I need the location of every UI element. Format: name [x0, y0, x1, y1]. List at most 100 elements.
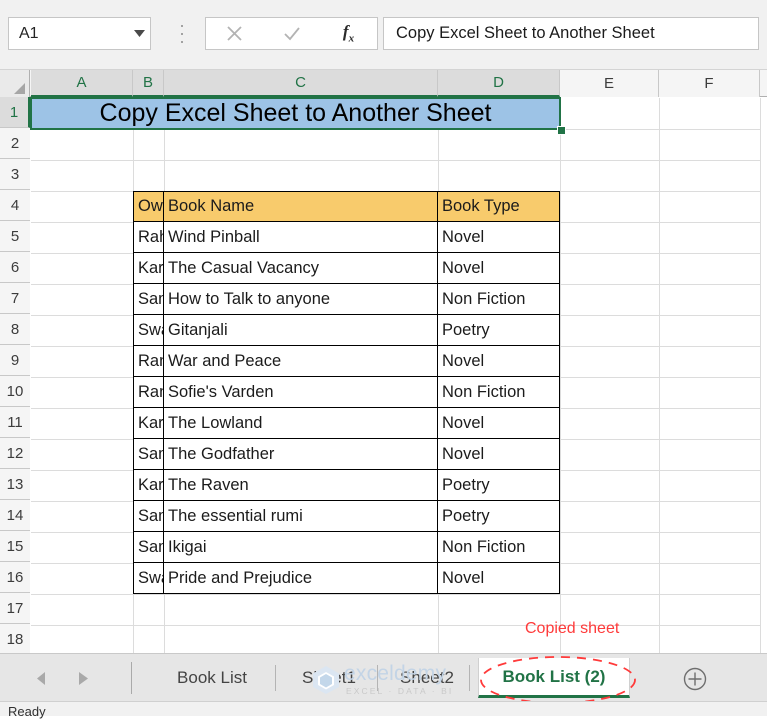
- plus-circle-icon[interactable]: [682, 666, 708, 692]
- row-header-8[interactable]: 8: [0, 314, 30, 345]
- gridline-vertical: [659, 98, 660, 653]
- sheet-tab-sheet1[interactable]: Sheet1: [287, 658, 371, 698]
- column-header-d[interactable]: D: [438, 70, 560, 97]
- table-data-cell[interactable]: Samia: [133, 284, 164, 315]
- table-data-cell[interactable]: Novel: [438, 563, 560, 594]
- name-box-value: A1: [19, 24, 39, 42]
- tab-nav-divider: [131, 662, 132, 694]
- table-data-cell[interactable]: Non Fiction: [438, 284, 560, 315]
- arrow-right-icon[interactable]: [72, 668, 94, 688]
- table-data-cell[interactable]: Novel: [438, 408, 560, 439]
- gridline-horizontal: [31, 129, 760, 130]
- table-data-cell[interactable]: Wind Pinball: [164, 222, 438, 253]
- table-data-cell[interactable]: The essential rumi: [164, 501, 438, 532]
- table-data-cell[interactable]: Poetry: [438, 315, 560, 346]
- gridline-vertical: [760, 98, 761, 653]
- fx-icon[interactable]: fx: [320, 18, 377, 49]
- row-header-6[interactable]: 6: [0, 252, 30, 283]
- row-header-1[interactable]: 1: [0, 97, 30, 128]
- formula-input[interactable]: Copy Excel Sheet to Another Sheet: [383, 17, 759, 50]
- select-all-corner[interactable]: [0, 70, 30, 97]
- table-data-cell[interactable]: Poetry: [438, 501, 560, 532]
- row-header-13[interactable]: 13: [0, 469, 30, 500]
- row-header-18[interactable]: 18: [0, 624, 30, 653]
- column-header-f[interactable]: F: [659, 70, 760, 97]
- column-header-c[interactable]: C: [164, 70, 438, 97]
- table-data-cell[interactable]: Ranok: [133, 346, 164, 377]
- table-data-cell[interactable]: The Casual Vacancy: [164, 253, 438, 284]
- table-data-cell[interactable]: Rahim: [133, 222, 164, 253]
- close-icon[interactable]: [206, 18, 263, 49]
- column-header-e[interactable]: E: [560, 70, 659, 97]
- table-header-cell[interactable]: Owner: [133, 191, 164, 222]
- table-data-cell[interactable]: Gitanjali: [164, 315, 438, 346]
- table-header-cell[interactable]: Book Type: [438, 191, 560, 222]
- row-header-2[interactable]: 2: [0, 128, 30, 159]
- table-data-cell[interactable]: Poetry: [438, 470, 560, 501]
- name-box[interactable]: A1: [8, 17, 151, 50]
- table-data-cell[interactable]: Karim: [133, 253, 164, 284]
- table-data-cell[interactable]: War and Peace: [164, 346, 438, 377]
- table-data-cell[interactable]: Ranok: [133, 377, 164, 408]
- check-icon[interactable]: [263, 18, 320, 49]
- more-options-icon[interactable]: [176, 23, 188, 45]
- row-header-5[interactable]: 5: [0, 221, 30, 252]
- row-header-17[interactable]: 17: [0, 593, 30, 624]
- table-data-cell[interactable]: Samia: [133, 532, 164, 563]
- table-data-cell[interactable]: Karim: [133, 408, 164, 439]
- table-data-cell[interactable]: Non Fiction: [438, 377, 560, 408]
- table-data-cell[interactable]: Novel: [438, 253, 560, 284]
- table-data-cell[interactable]: Novel: [438, 346, 560, 377]
- sheet-tab-book-list-2[interactable]: Book List (2): [478, 658, 630, 698]
- fill-handle[interactable]: [557, 126, 566, 135]
- row-header-column: 1 2 3 4 5 6 7 8 9 10 11 12 13 14 15 16 17 18: [0, 97, 30, 653]
- column-header-b[interactable]: B: [133, 70, 164, 97]
- row-header-10[interactable]: 10: [0, 376, 30, 407]
- row-header-9[interactable]: 9: [0, 345, 30, 376]
- column-header-a[interactable]: A: [31, 70, 133, 97]
- table-data-cell[interactable]: Sofie's Varden: [164, 377, 438, 408]
- arrow-left-icon[interactable]: [30, 668, 52, 688]
- table-data-cell[interactable]: Pride and Prejudice: [164, 563, 438, 594]
- table-data-cell[interactable]: The Raven: [164, 470, 438, 501]
- row-header-14[interactable]: 14: [0, 500, 30, 531]
- column-header-row: ABCDEF: [0, 70, 767, 97]
- table-data-cell[interactable]: Non Fiction: [438, 532, 560, 563]
- status-bar: Ready: [0, 701, 767, 719]
- row-header-4[interactable]: 4: [0, 190, 30, 221]
- cell-canvas[interactable]: Copy Excel Sheet to Another SheetOwnerBo…: [30, 97, 767, 653]
- table-data-cell[interactable]: Swarna: [133, 315, 164, 346]
- table-header-cell[interactable]: Book Name: [164, 191, 438, 222]
- tab-separator: [377, 665, 378, 691]
- table-data-cell[interactable]: Samia: [133, 501, 164, 532]
- table-data-cell[interactable]: Karim: [133, 470, 164, 501]
- table-data-cell[interactable]: Samia: [133, 439, 164, 470]
- status-text: Ready: [8, 704, 46, 719]
- row-header-3[interactable]: 3: [0, 159, 30, 190]
- sheet-tab-bar: Book List Sheet1 Sheet2 Book List (2): [0, 653, 767, 701]
- annotation-label: Copied sheet: [525, 620, 620, 637]
- row-header-12[interactable]: 12: [0, 438, 30, 469]
- table-data-cell[interactable]: Novel: [438, 222, 560, 253]
- row-header-11[interactable]: 11: [0, 407, 30, 438]
- row-header-7[interactable]: 7: [0, 283, 30, 314]
- merged-title-cell[interactable]: Copy Excel Sheet to Another Sheet: [31, 98, 560, 129]
- gridline-horizontal: [31, 160, 760, 161]
- table-data-cell[interactable]: How to Talk to anyone: [164, 284, 438, 315]
- sheet-tab-book-list[interactable]: Book List: [158, 658, 266, 698]
- table-data-cell[interactable]: Novel: [438, 439, 560, 470]
- spreadsheet-grid: ABCDEF 1 2 3 4 5 6 7 8 9 10 11 12 13 14 15 16 17 18 Copy …: [0, 70, 767, 653]
- table-data-cell[interactable]: Swarna: [133, 563, 164, 594]
- tab-separator: [275, 665, 276, 691]
- table-data-cell[interactable]: The Godfather: [164, 439, 438, 470]
- sheet-tab-sheet2[interactable]: Sheet2: [385, 658, 469, 698]
- formula-action-group: fx: [205, 17, 378, 50]
- gridline-vertical: [560, 98, 561, 653]
- chevron-down-icon[interactable]: [128, 18, 150, 49]
- row-header-16[interactable]: 16: [0, 562, 30, 593]
- table-data-cell[interactable]: Ikigai: [164, 532, 438, 563]
- row-header-15[interactable]: 15: [0, 531, 30, 562]
- formula-bar-area: A1 fx Copy Excel Sheet to Another Sheet: [0, 0, 767, 70]
- tab-separator: [469, 665, 470, 691]
- table-data-cell[interactable]: The Lowland: [164, 408, 438, 439]
